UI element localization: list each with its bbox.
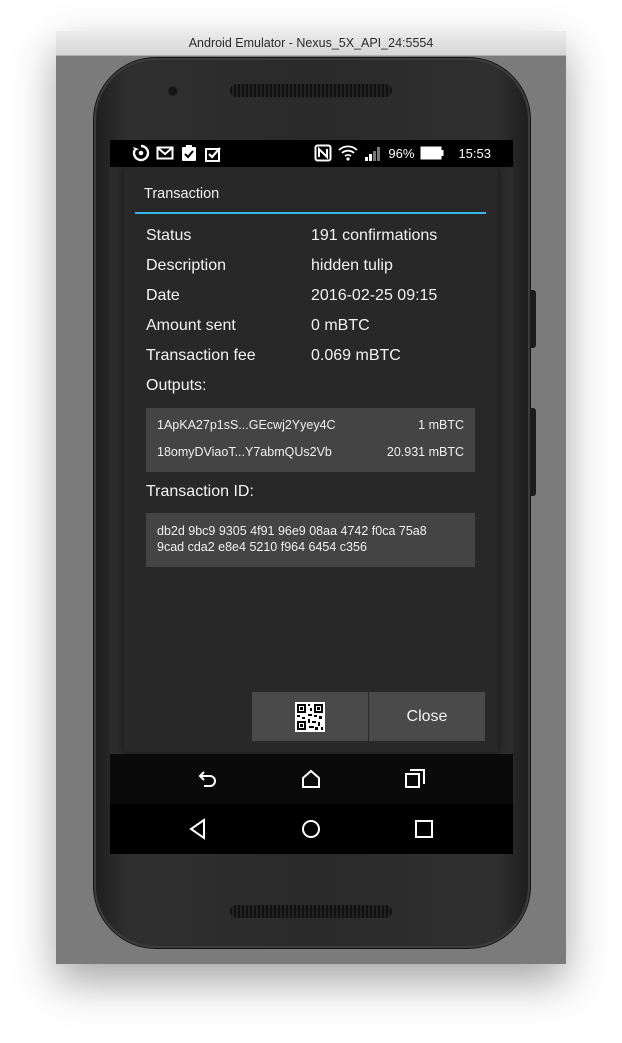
amount-sent-value: 0 mBTC	[311, 317, 370, 334]
battery-icon	[420, 146, 444, 160]
sync-icon	[132, 144, 150, 162]
output-address: 18omyDViaoT...Y7abmQUs2Vb	[157, 445, 332, 459]
windows-icon[interactable]	[403, 767, 427, 791]
txid-box[interactable]: db2d 9bc9 9305 4f91 96e9 08aa 4742 f0ca …	[146, 513, 475, 567]
notification-icons	[132, 144, 222, 162]
fee-value: 0.069 mBTC	[311, 347, 401, 364]
transaction-dialog: Transaction Status 191 confirmations Des…	[124, 167, 498, 752]
home-icon[interactable]	[299, 817, 323, 841]
output-amount: 20.931 mBTC	[386, 445, 464, 459]
app-nav-bar	[110, 754, 513, 804]
window-title: Android Emulator - Nexus_5X_API_24:5554	[56, 31, 566, 56]
front-camera	[168, 86, 178, 96]
mail-icon	[156, 146, 174, 160]
undo-icon[interactable]	[196, 767, 220, 791]
nfc-icon	[314, 144, 332, 162]
clock: 15:53	[458, 145, 491, 161]
amount-sent-label: Amount sent	[146, 317, 236, 334]
output-address: 1ApKA27p1sS...GEcwj2Yyey4C	[157, 418, 336, 432]
description-value: hidden tulip	[311, 257, 393, 274]
system-icons: 96% 15:53	[314, 144, 491, 162]
close-button[interactable]: Close	[369, 692, 485, 741]
qr-code-icon	[295, 701, 325, 732]
wifi-icon	[338, 145, 359, 161]
status-label: Status	[146, 227, 192, 244]
date-value: 2016-02-25 09:15	[311, 287, 438, 304]
outputs-label: Outputs:	[146, 377, 207, 394]
description-label: Description	[146, 257, 227, 274]
outputs-list: 1ApKA27p1sS...GEcwj2Yyey4C 1 mBTC 18omyD…	[146, 408, 475, 472]
back-icon[interactable]	[186, 817, 210, 841]
date-label: Date	[146, 287, 180, 304]
txid-label: Transaction ID:	[146, 483, 254, 500]
output-amount: 1 mBTC	[418, 418, 464, 432]
system-nav-bar	[110, 804, 513, 854]
power-button[interactable]	[530, 290, 536, 348]
home-outline-icon[interactable]	[299, 767, 323, 791]
status-value: 191 confirmations	[311, 227, 438, 244]
list-item[interactable]: 1ApKA27p1sS...GEcwj2Yyey4C 1 mBTC	[157, 418, 464, 432]
top-speaker	[230, 84, 392, 97]
signal-icon	[365, 147, 381, 161]
txid-line: db2d 9bc9 9305 4f91 96e9 08aa 4742 f0ca …	[157, 524, 427, 538]
fee-label: Transaction fee	[146, 347, 256, 364]
status-bar: 96% 15:53	[110, 140, 513, 167]
clipboard-check-icon	[182, 145, 196, 161]
list-item[interactable]: 18omyDViaoT...Y7abmQUs2Vb 20.931 mBTC	[157, 445, 464, 459]
battery-percent: 96%	[388, 145, 415, 161]
dialog-title: Transaction	[144, 186, 220, 202]
txid-line: 9cad cda2 e8e4 5210 f964 6454 c356	[157, 540, 367, 554]
volume-button[interactable]	[530, 408, 536, 496]
show-qr-button[interactable]	[252, 692, 369, 741]
bottom-speaker	[230, 905, 392, 918]
task-done-icon	[205, 147, 221, 162]
phone-screen: 96% 15:53 Transaction Status 191 confirm…	[110, 140, 513, 854]
recents-icon[interactable]	[412, 817, 436, 841]
txid-value: db2d 9bc9 9305 4f91 96e9 08aa 4742 f0ca …	[157, 523, 467, 555]
title-divider	[135, 212, 486, 214]
